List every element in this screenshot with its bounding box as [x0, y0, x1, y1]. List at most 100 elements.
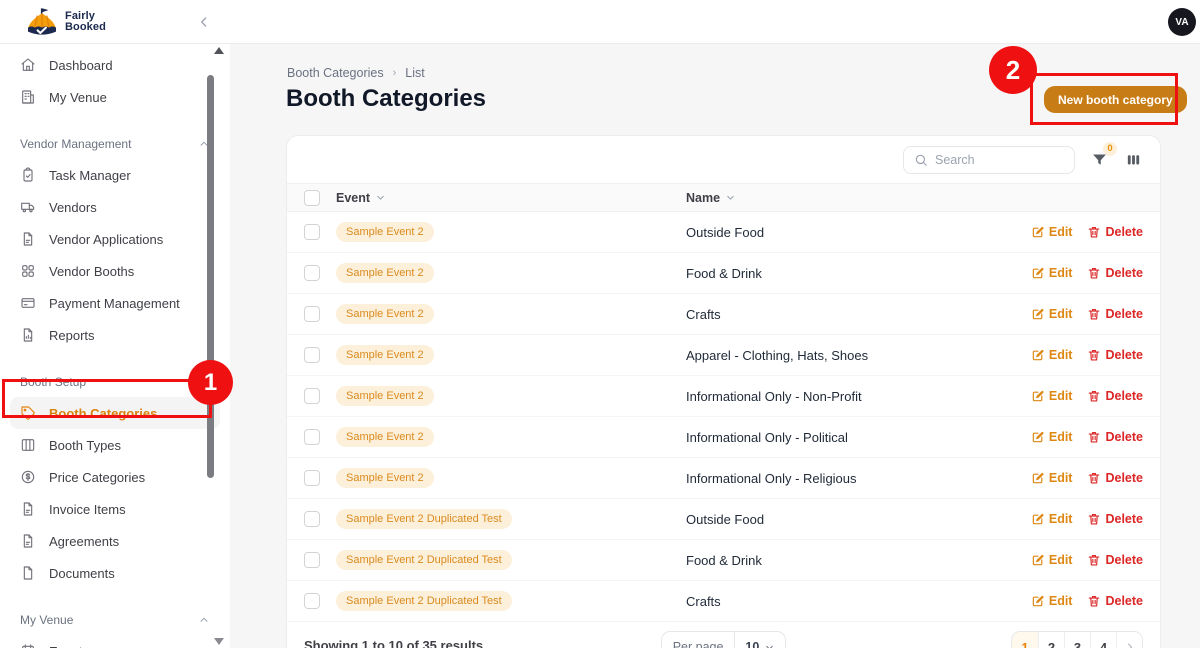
- delete-button[interactable]: Delete: [1087, 348, 1143, 362]
- page-button-2[interactable]: 2: [1038, 632, 1064, 648]
- edit-button[interactable]: Edit: [1031, 553, 1073, 567]
- brand-logo[interactable]: Fairly Booked: [26, 7, 106, 37]
- row-checkbox[interactable]: [304, 470, 320, 486]
- sidebar-item-vendor-booths[interactable]: Vendor Booths: [10, 255, 220, 287]
- sidebar-item-events[interactable]: Events: [10, 635, 220, 648]
- table-toolbar: 0: [287, 136, 1160, 183]
- sidebar-item-label: Documents: [49, 566, 115, 581]
- sidebar-item-reports[interactable]: Reports: [10, 319, 220, 351]
- event-badge: Sample Event 2: [336, 304, 434, 324]
- sidebar-item-label: My Venue: [49, 90, 107, 105]
- page-button-4[interactable]: 4: [1090, 632, 1116, 648]
- delete-button[interactable]: Delete: [1087, 471, 1143, 485]
- chevron-down-icon: [764, 642, 775, 648]
- results-summary: Showing 1 to 10 of 35 results: [304, 631, 661, 648]
- per-page-select[interactable]: 10: [735, 632, 785, 648]
- row-checkbox[interactable]: [304, 306, 320, 322]
- column-header-event[interactable]: Event: [336, 191, 386, 205]
- event-badge: Sample Event 2: [336, 427, 434, 447]
- breadcrumb-booth-categories[interactable]: Booth Categories: [287, 66, 384, 80]
- delete-button[interactable]: Delete: [1087, 553, 1143, 567]
- delete-button[interactable]: Delete: [1087, 266, 1143, 280]
- row-checkbox[interactable]: [304, 224, 320, 240]
- calendar-icon: [20, 643, 36, 648]
- column-settings-button[interactable]: [1125, 151, 1143, 169]
- table-row: Sample Event 2Informational Only - Polit…: [287, 417, 1160, 458]
- search-input[interactable]: [935, 153, 1045, 167]
- row-checkbox[interactable]: [304, 347, 320, 363]
- new-booth-category-button[interactable]: New booth category: [1044, 86, 1187, 113]
- sidebar-item-vendor-applications[interactable]: Vendor Applications: [10, 223, 220, 255]
- brand-name-line1: Fairly: [65, 11, 106, 22]
- sidebar-item-label: Agreements: [49, 534, 119, 549]
- edit-button[interactable]: Edit: [1031, 348, 1073, 362]
- edit-button[interactable]: Edit: [1031, 307, 1073, 321]
- category-name: Food & Drink: [686, 266, 762, 281]
- sidebar-collapse-button[interactable]: [194, 12, 214, 32]
- row-checkbox[interactable]: [304, 552, 320, 568]
- edit-button[interactable]: Edit: [1031, 430, 1073, 444]
- delete-button[interactable]: Delete: [1087, 225, 1143, 239]
- event-badge: Sample Event 2: [336, 468, 434, 488]
- edit-button[interactable]: Edit: [1031, 225, 1073, 239]
- next-page-button[interactable]: [1116, 632, 1142, 648]
- sidebar-item-price-categories[interactable]: Price Categories: [10, 461, 220, 493]
- table-body: Sample Event 2Outside FoodEditDeleteSamp…: [287, 212, 1160, 622]
- sidebar-item-payment-management[interactable]: Payment Management: [10, 287, 220, 319]
- filter-button[interactable]: 0: [1091, 151, 1109, 169]
- edit-icon: [1031, 471, 1045, 485]
- edit-button[interactable]: Edit: [1031, 389, 1073, 403]
- sidebar-item-booth-types[interactable]: Booth Types: [10, 429, 220, 461]
- breadcrumb-list[interactable]: List: [405, 66, 424, 80]
- sidebar-scrollbar-thumb[interactable]: [207, 75, 214, 478]
- edit-icon: [1031, 389, 1045, 403]
- truck-icon: [20, 199, 36, 215]
- event-badge: Sample Event 2: [336, 263, 434, 283]
- sidebar-item-label: Events: [49, 644, 89, 648]
- page-button-3[interactable]: 3: [1064, 632, 1090, 648]
- select-all-checkbox[interactable]: [304, 190, 320, 206]
- delete-button[interactable]: Delete: [1087, 389, 1143, 403]
- user-avatar[interactable]: VA: [1168, 8, 1196, 36]
- sidebar-item-invoice-items[interactable]: Invoice Items: [10, 493, 220, 525]
- sidebar-item-label: Invoice Items: [49, 502, 126, 517]
- delete-button[interactable]: Delete: [1087, 307, 1143, 321]
- edit-button[interactable]: Edit: [1031, 471, 1073, 485]
- event-badge: Sample Event 2: [336, 386, 434, 406]
- column-header-name[interactable]: Name: [686, 191, 736, 205]
- edit-button[interactable]: Edit: [1031, 266, 1073, 280]
- sidebar-section-vendor-management: Vendor Management: [10, 136, 220, 152]
- sidebar-item-label: Booth Categories: [49, 406, 157, 421]
- sidebar-item-documents[interactable]: Documents: [10, 557, 220, 589]
- row-checkbox[interactable]: [304, 429, 320, 445]
- delete-button[interactable]: Delete: [1087, 594, 1143, 608]
- row-checkbox[interactable]: [304, 388, 320, 404]
- table-header-row: Event Name: [287, 183, 1160, 212]
- trash-icon: [1087, 471, 1101, 485]
- edit-button[interactable]: Edit: [1031, 594, 1073, 608]
- chevron-right-icon: [1124, 641, 1136, 648]
- edit-icon: [1031, 225, 1045, 239]
- annotation-badge-step2: 2: [989, 46, 1037, 94]
- sidebar-item-dashboard[interactable]: Dashboard: [10, 49, 220, 81]
- delete-button[interactable]: Delete: [1087, 430, 1143, 444]
- edit-button[interactable]: Edit: [1031, 512, 1073, 526]
- sidebar-item-booth-categories[interactable]: Booth Categories: [10, 397, 220, 429]
- chevron-down-icon: [375, 192, 386, 203]
- sidebar-item-my-venue[interactable]: My Venue: [10, 81, 220, 113]
- row-checkbox[interactable]: [304, 511, 320, 527]
- brand-name-line2: Booked: [65, 22, 106, 33]
- row-checkbox[interactable]: [304, 593, 320, 609]
- delete-button[interactable]: Delete: [1087, 512, 1143, 526]
- blank-document-icon: [20, 565, 36, 581]
- sidebar-item-agreements[interactable]: Agreements: [10, 525, 220, 557]
- page-button-1[interactable]: 1: [1012, 632, 1038, 648]
- home-icon: [20, 57, 36, 73]
- sidebar-scroll-up-arrow[interactable]: [214, 47, 224, 54]
- sidebar-scroll-down-arrow[interactable]: [214, 638, 224, 645]
- chevron-up-icon[interactable]: [198, 614, 210, 626]
- row-checkbox[interactable]: [304, 265, 320, 281]
- edit-icon: [1031, 266, 1045, 280]
- sidebar-item-task-manager[interactable]: Task Manager: [10, 159, 220, 191]
- sidebar-item-vendors[interactable]: Vendors: [10, 191, 220, 223]
